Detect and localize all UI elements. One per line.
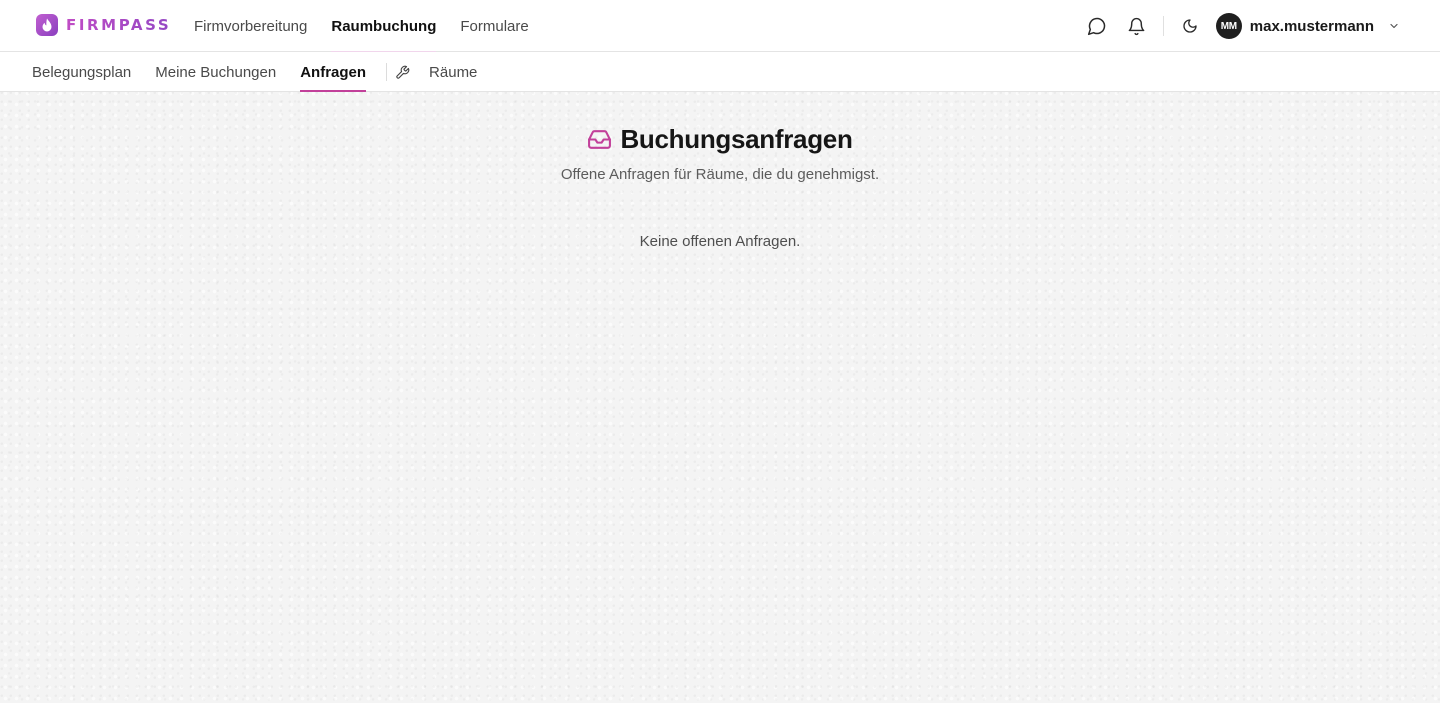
page-subtitle: Offene Anfragen für Räume, die du genehm…: [560, 166, 880, 183]
moon-icon[interactable]: [1178, 14, 1202, 38]
tab-raeume[interactable]: Räume: [429, 52, 477, 92]
page-title: Buchungsanfragen: [620, 124, 853, 154]
tab-belegungsplan[interactable]: Belegungsplan: [32, 52, 131, 92]
username: max.mustermann: [1249, 17, 1374, 35]
nav-item-firmvorbereitung[interactable]: Firmvorbereitung: [194, 0, 307, 52]
nav-item-formulare[interactable]: Formulare: [460, 0, 528, 52]
empty-state-message: Keine offenen Anfragen.: [639, 233, 801, 250]
subnav-divider: [386, 63, 388, 81]
header-divider: [1162, 16, 1164, 36]
brand-logo[interactable]: FIRMPASS: [36, 14, 171, 36]
page-header: Buchungsanfragen Offene Anfragen für Räu…: [0, 124, 1440, 183]
chat-icon[interactable]: [1085, 14, 1109, 38]
avatar: MM: [1215, 13, 1242, 39]
top-bar: FIRMPASS Firmvorbereitung Raumbuchung Fo…: [0, 0, 1440, 53]
tab-meine-buchungen[interactable]: Meine Buchungen: [155, 52, 276, 92]
wrench-icon: [395, 64, 411, 80]
tab-anfragen[interactable]: Anfragen: [300, 52, 366, 92]
bell-icon[interactable]: [1125, 14, 1149, 38]
chevron-down-icon: [1388, 20, 1400, 32]
flame-icon: [36, 14, 58, 36]
brand-name: FIRMPASS: [66, 16, 172, 34]
main-nav: Firmvorbereitung Raumbuchung Formulare: [194, 0, 553, 53]
inbox-icon: [587, 127, 612, 152]
nav-item-raumbuchung[interactable]: Raumbuchung: [331, 0, 437, 53]
header-tools: MM max.mustermann: [1085, 0, 1400, 52]
sub-nav: Belegungsplan Meine Buchungen Anfragen R…: [0, 52, 1440, 92]
user-menu[interactable]: MM max.mustermann: [1215, 13, 1400, 39]
